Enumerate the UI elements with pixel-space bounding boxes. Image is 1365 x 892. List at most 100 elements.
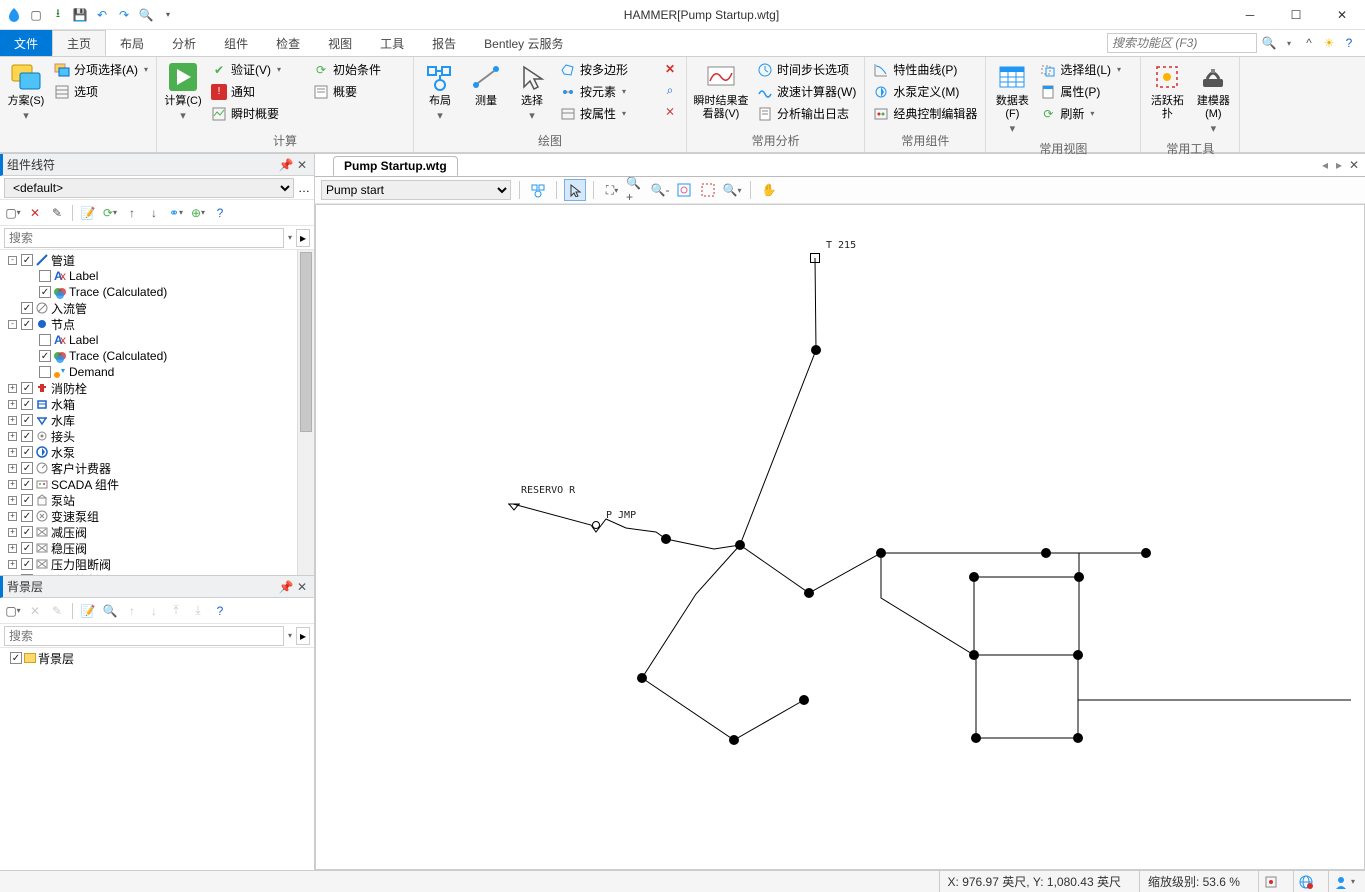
tree-node[interactable]: +接头 [0,428,314,444]
tab-view[interactable]: 视图 [314,30,366,56]
expand-toggle[interactable]: + [8,384,17,393]
symbology-preset-select[interactable]: <default> [4,178,294,198]
expand-toggle[interactable] [26,368,35,377]
timestep-options-button[interactable]: 时间步长选项 [753,59,860,80]
expand-toggle[interactable]: + [8,464,17,473]
tree-checkbox[interactable] [21,542,33,554]
tree-node[interactable]: -节点 [0,316,314,332]
tree-scrollbar[interactable] [297,250,314,575]
expand-toggle[interactable]: + [8,480,17,489]
qat-customize-icon[interactable]: ▾ [160,7,176,23]
bg-search-dropdown-icon[interactable]: ▾ [288,631,292,640]
tree-checkbox[interactable] [21,494,33,506]
expand-toggle[interactable]: - [8,256,17,265]
junction-node[interactable] [811,345,821,355]
wave-calculator-button[interactable]: 波速计算器(W) [753,81,860,102]
calculate-button[interactable]: 计算(C)▾ [161,59,205,125]
tree-node[interactable]: -管道 [0,252,314,268]
search-icon[interactable]: 🔍 [1261,35,1277,51]
tree-node[interactable]: +消防栓 [0,380,314,396]
graph-icon[interactable]: ⚭▾ [167,204,185,222]
junction-node[interactable] [637,673,647,683]
lightbulb-icon[interactable]: ☀ [1321,35,1337,51]
modeler-button[interactable]: 建模器(M)▾ [1191,59,1235,138]
edit-icon[interactable]: 📝 [79,204,97,222]
transient-summary-button[interactable]: 瞬时概要 [207,103,307,124]
tree-checkbox[interactable] [39,366,51,378]
junction-node[interactable] [969,650,979,660]
summary-button[interactable]: 概要 [309,81,409,102]
panel-close-icon[interactable]: ✕ [294,157,310,173]
layout-tool-button[interactable]: 布局▾ [418,59,462,125]
drawing-canvas[interactable]: T 215 RESERVO R P JMP [315,204,1365,870]
tree-checkbox[interactable] [21,526,33,538]
tree-checkbox[interactable] [39,286,51,298]
symbology-search-input[interactable] [4,228,284,248]
ribbon-search-input[interactable] [1107,33,1257,53]
layer-top-icon[interactable]: ⤒ [167,602,185,620]
layer-bottom-icon[interactable]: ⤓ [189,602,207,620]
pan-icon[interactable]: ✋ [759,180,779,200]
tree-checkbox[interactable] [21,462,33,474]
layout-mode-icon[interactable] [528,180,548,200]
tab-cloud[interactable]: Bentley 云服务 [470,30,577,56]
zoom-out-icon[interactable]: 🔍- [650,180,670,200]
pointer-tool-icon[interactable] [565,180,585,200]
zoom-in-icon[interactable]: 🔍+ [626,180,646,200]
reservoir-symbol[interactable] [507,500,521,514]
expand-toggle[interactable]: + [8,544,17,553]
junction-node[interactable] [1073,650,1083,660]
measure-button[interactable]: 测量 [464,59,508,110]
tree-checkbox[interactable] [21,478,33,490]
expand-toggle[interactable]: + [8,512,17,521]
expand-toggle[interactable]: + [8,528,17,537]
clear-selection-button[interactable]: ⨯ [658,101,682,121]
tab-home[interactable]: 主页 [52,30,106,56]
tab-prev-icon[interactable]: ◂ [1319,157,1331,173]
junction-node[interactable] [729,735,739,745]
layer-down-icon[interactable]: ↓ [145,602,163,620]
delete-symbology-icon[interactable]: ✕ [26,204,44,222]
pin-icon[interactable]: 📌 [278,579,294,595]
bg-help-icon[interactable]: ? [211,602,229,620]
tree-checkbox[interactable] [21,382,33,394]
tree-node[interactable]: +水箱 [0,396,314,412]
tree-node[interactable]: Trace (Calculated) [0,284,314,300]
open-icon[interactable]: ⭳ [50,7,66,23]
tree-checkbox[interactable] [39,350,51,362]
tree-checkbox[interactable] [21,398,33,410]
tab-next-icon[interactable]: ▸ [1333,157,1345,173]
tab-report[interactable]: 报告 [418,30,470,56]
new-icon[interactable]: ▢ [28,7,44,23]
expand-toggle[interactable] [26,336,35,345]
junction-node[interactable] [1073,733,1083,743]
status-globe-icon[interactable] [1298,874,1314,890]
expand-toggle[interactable] [26,352,35,361]
panel-close-icon[interactable]: ✕ [294,579,310,595]
tab-tools[interactable]: 工具 [366,30,418,56]
selection-set-button[interactable]: 选择组(L)▾ [1036,59,1136,80]
tree-node[interactable]: +流量控制阀 [0,572,314,575]
junction-node[interactable] [799,695,809,705]
zoom-selection-icon[interactable] [698,180,718,200]
junction-node[interactable] [876,548,886,558]
help-icon[interactable]: ? [211,204,229,222]
properties-button[interactable]: 属性(P) [1036,81,1136,102]
tree-node[interactable]: 入流管 [0,300,314,316]
save-icon[interactable]: 💾 [72,7,88,23]
characteristic-curve-button[interactable]: 特性曲线(P) [869,59,981,80]
redo-icon[interactable]: ↷ [116,7,132,23]
refresh-button[interactable]: ⟳刷新▾ [1036,103,1136,124]
tree-checkbox[interactable] [21,558,33,570]
tree-checkbox[interactable] [21,414,33,426]
tree-node[interactable]: +水库 [0,412,314,428]
new-symbology-icon[interactable]: ▢▾ [4,204,22,222]
tab-close-icon[interactable]: ✕ [1347,157,1361,173]
initial-conditions-button[interactable]: ⟳初始条件 [309,59,409,80]
tree-node[interactable]: +泵站 [0,492,314,508]
expand-toggle[interactable]: - [8,320,17,329]
zoom-previous-icon[interactable]: 🔍▾ [722,180,742,200]
validate-button[interactable]: ✔验证(V)▾ [207,59,307,80]
new-layer-icon[interactable]: ▢▾ [4,602,22,620]
add-layer-icon[interactable]: ⊕▾ [189,204,207,222]
